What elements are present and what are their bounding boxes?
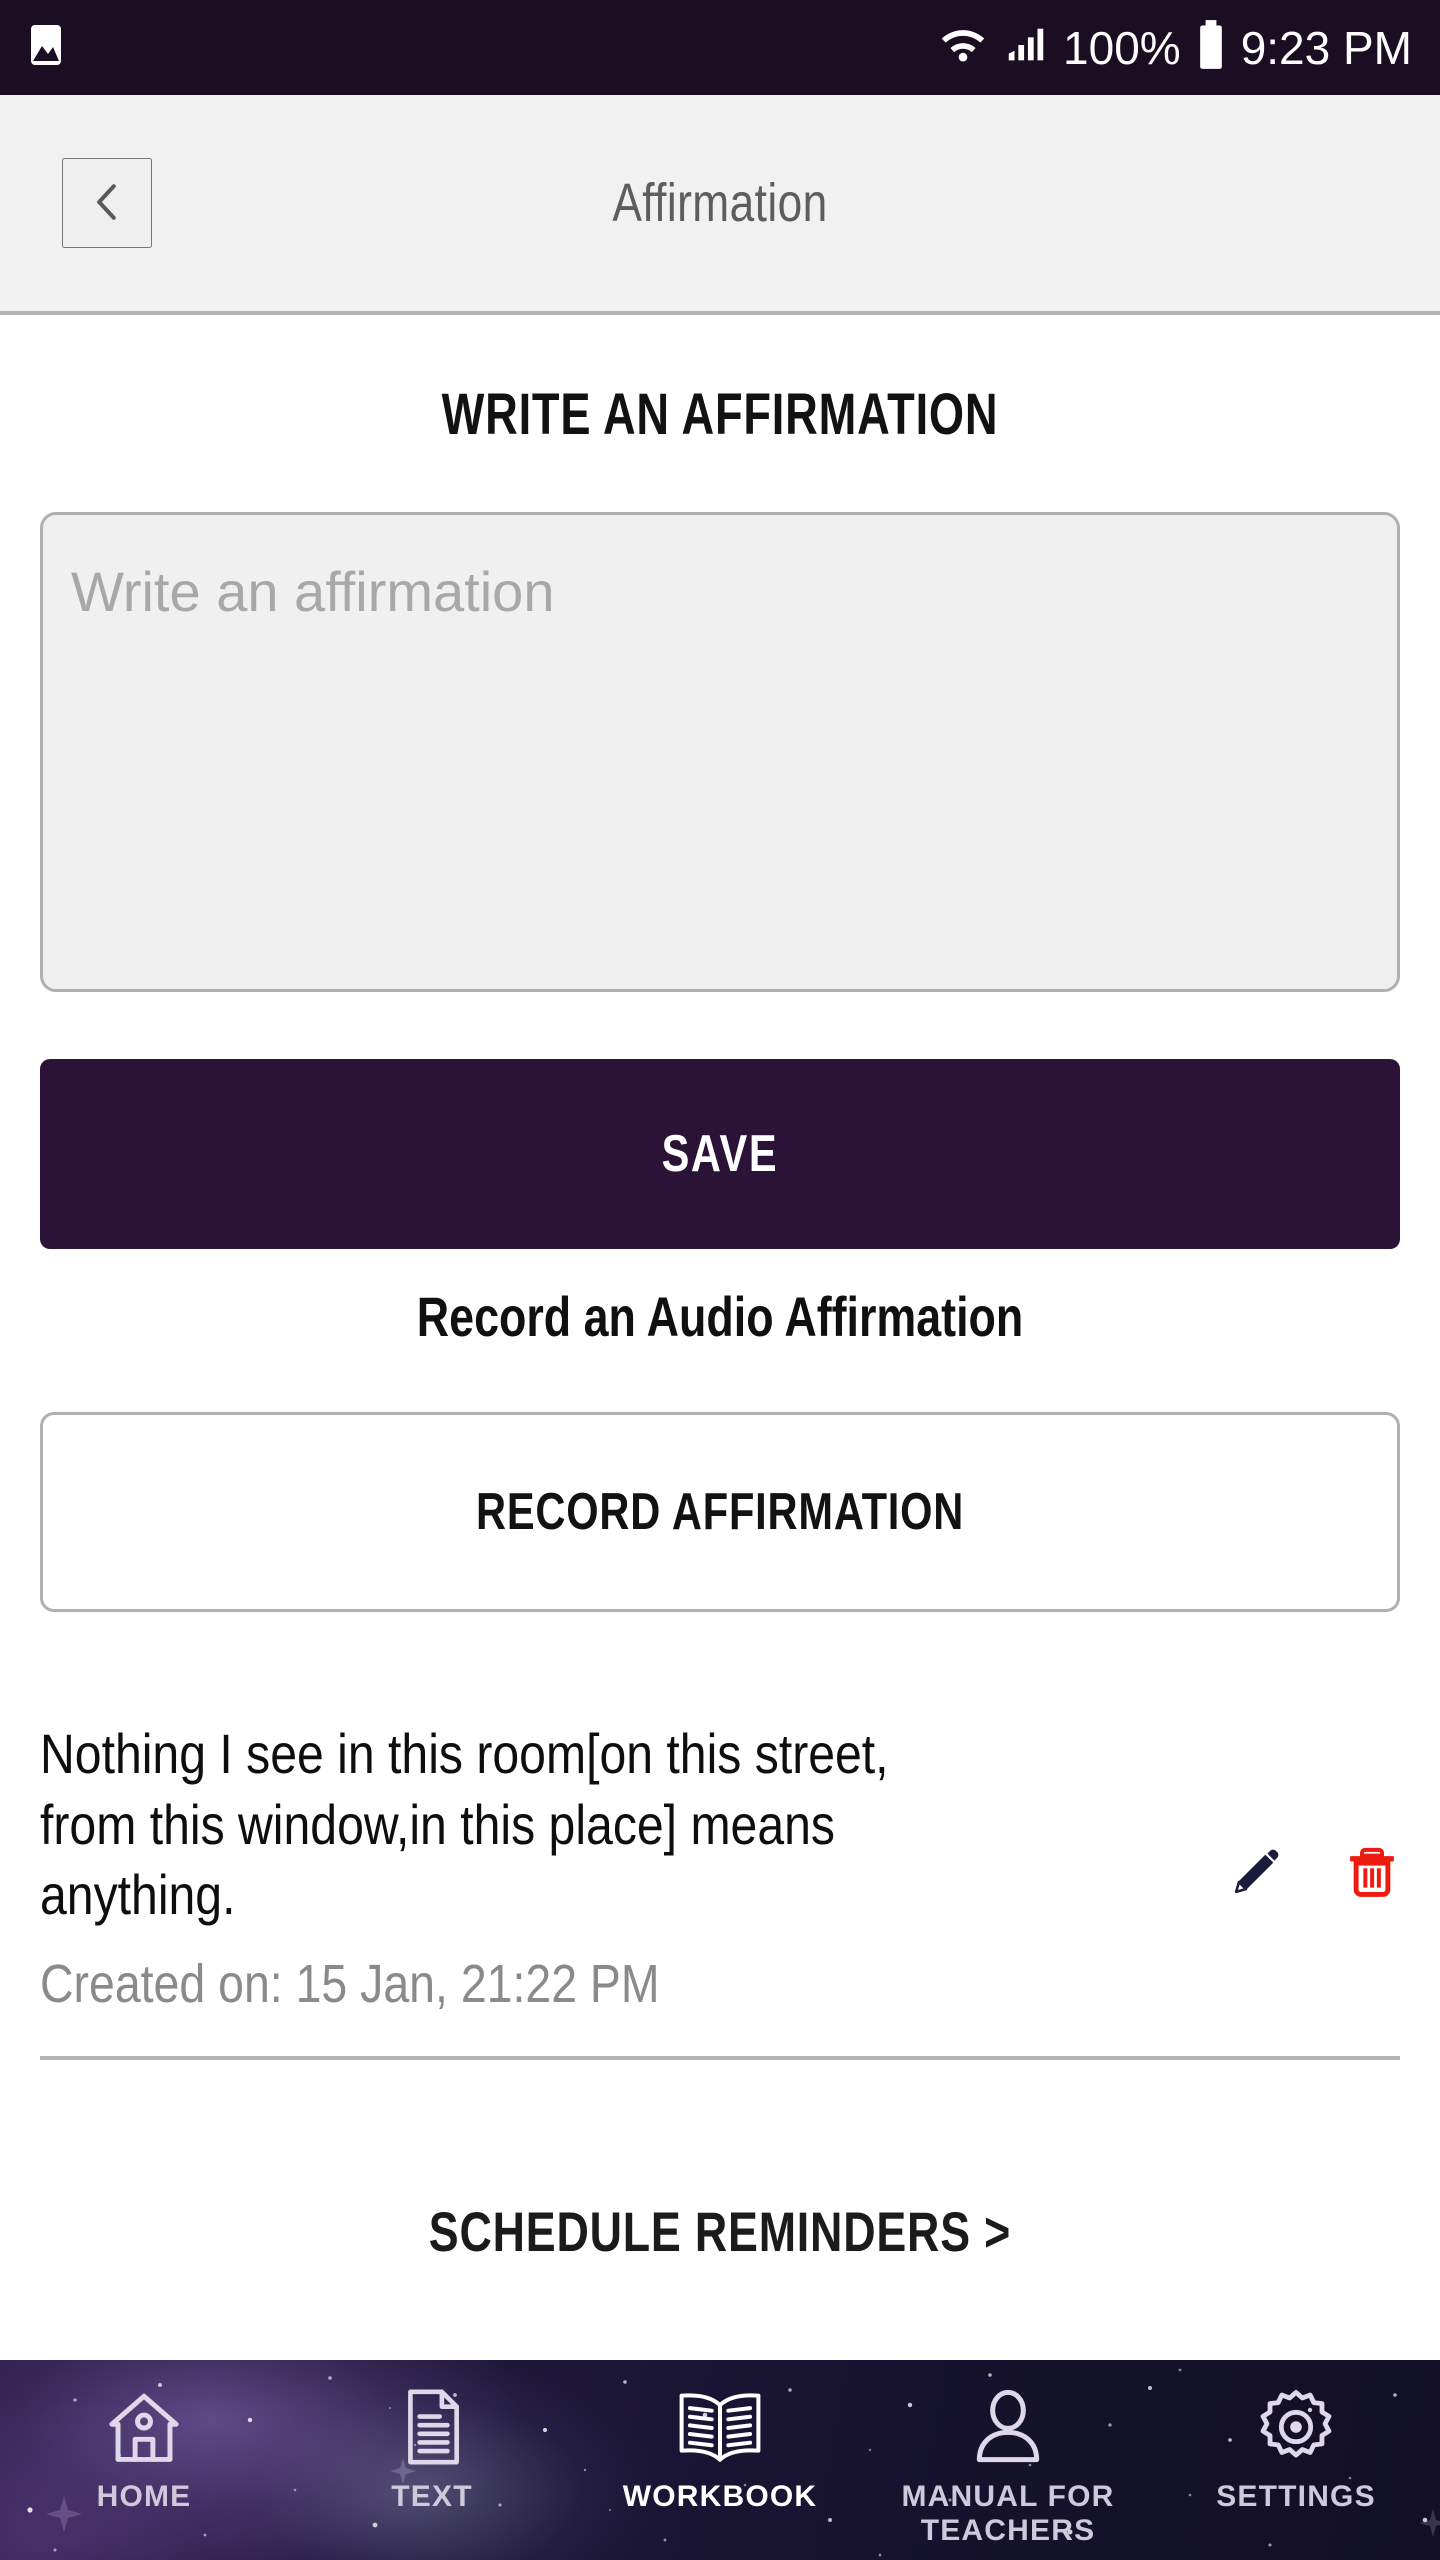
app-bar: Affirmation: [0, 95, 1440, 315]
nav-label-home: HOME: [96, 2480, 192, 2513]
pencil-icon: [1228, 1844, 1284, 1903]
affirmation-list-item: Nothing I see in this room[on this stree…: [0, 1719, 1440, 2015]
image-icon: [22, 21, 70, 74]
nav-item-home[interactable]: HOME: [0, 2360, 288, 2514]
wifi-icon: [937, 22, 989, 73]
open-book-icon: [672, 2384, 768, 2470]
affirmation-text-line-1: Nothing I see in this room[on this stree…: [40, 1722, 889, 1785]
affirmation-created-date: Created on: 15 Jan, 21:22 PM: [40, 1953, 1208, 2015]
nav-label-manual-line-2: TEACHERS: [920, 2513, 1096, 2547]
document-icon: [395, 2384, 469, 2470]
bottom-navigation-bar: HOME TEXT WORKBOOK MANUAL FOR TEACHERS S…: [0, 2360, 1440, 2560]
affirmation-text-block: Nothing I see in this room[on this stree…: [40, 1719, 1228, 2015]
schedule-reminders-link[interactable]: SCHEDULE REMINDERS >: [0, 2199, 1440, 2264]
trash-icon: [1344, 1844, 1400, 1903]
affirmation-text-line-2: from this window,in this place] means: [40, 1792, 836, 1856]
affirmation-actions: [1228, 1719, 1400, 1903]
nav-item-workbook[interactable]: WORKBOOK: [576, 2360, 864, 2514]
nav-label-settings: SETTINGS: [1216, 2480, 1376, 2513]
save-button-label: SAVE: [661, 1125, 779, 1183]
edit-affirmation-button[interactable]: [1228, 1844, 1284, 1903]
list-divider: [40, 2056, 1400, 2060]
status-bar: 100% 9:23 PM: [0, 0, 1440, 95]
battery-percent-label: 100%: [1063, 21, 1181, 74]
save-button[interactable]: SAVE: [40, 1059, 1400, 1249]
record-affirmation-label: RECORD AFFIRMATION: [475, 1483, 965, 1541]
app-screen: 100% 9:23 PM Affirmation WRITE AN AFFIRM…: [0, 0, 1440, 2560]
nav-item-manual-for-teachers[interactable]: MANUAL FOR TEACHERS: [864, 2360, 1152, 2547]
gear-icon: [1254, 2384, 1338, 2470]
nav-item-text[interactable]: TEXT: [288, 2360, 576, 2514]
status-bar-left: [22, 21, 70, 74]
section-heading: WRITE AN AFFIRMATION: [441, 382, 999, 447]
nav-label-manual-for-teachers: MANUAL FOR TEACHERS: [901, 2480, 1114, 2547]
record-affirmation-button[interactable]: RECORD AFFIRMATION: [40, 1412, 1400, 1612]
clock-label: 9:23 PM: [1240, 21, 1412, 74]
home-icon: [103, 2384, 185, 2470]
main-content: WRITE AN AFFIRMATION SAVE Record an Audi…: [0, 319, 1440, 2360]
record-audio-prompt: Record an Audio Affirmation: [0, 1284, 1440, 1349]
page-title: Affirmation: [612, 173, 828, 233]
nav-item-settings[interactable]: SETTINGS: [1152, 2360, 1440, 2514]
battery-full-icon: [1195, 19, 1227, 76]
person-icon: [968, 2384, 1048, 2470]
affirmation-text-line-3: anything.: [40, 1863, 236, 1927]
delete-affirmation-button[interactable]: [1344, 1844, 1400, 1903]
record-audio-prompt-text: Record an Audio Affirmation: [416, 1285, 1024, 1348]
status-bar-right: 100% 9:23 PM: [937, 19, 1412, 76]
schedule-reminders-label: SCHEDULE REMINDERS >: [428, 2200, 1012, 2263]
chevron-left-icon: [80, 175, 134, 232]
nav-label-text: TEXT: [391, 2480, 473, 2513]
signal-bars-icon: [1003, 22, 1049, 73]
affirmation-created-date-text: Created on: 15 Jan, 21:22 PM: [40, 1953, 660, 2014]
affirmation-text: Nothing I see in this room[on this stree…: [40, 1719, 1208, 1931]
nav-label-manual-line-1: MANUAL FOR: [901, 2480, 1115, 2513]
affirmation-input[interactable]: [40, 512, 1400, 992]
nav-label-workbook: WORKBOOK: [622, 2480, 818, 2513]
